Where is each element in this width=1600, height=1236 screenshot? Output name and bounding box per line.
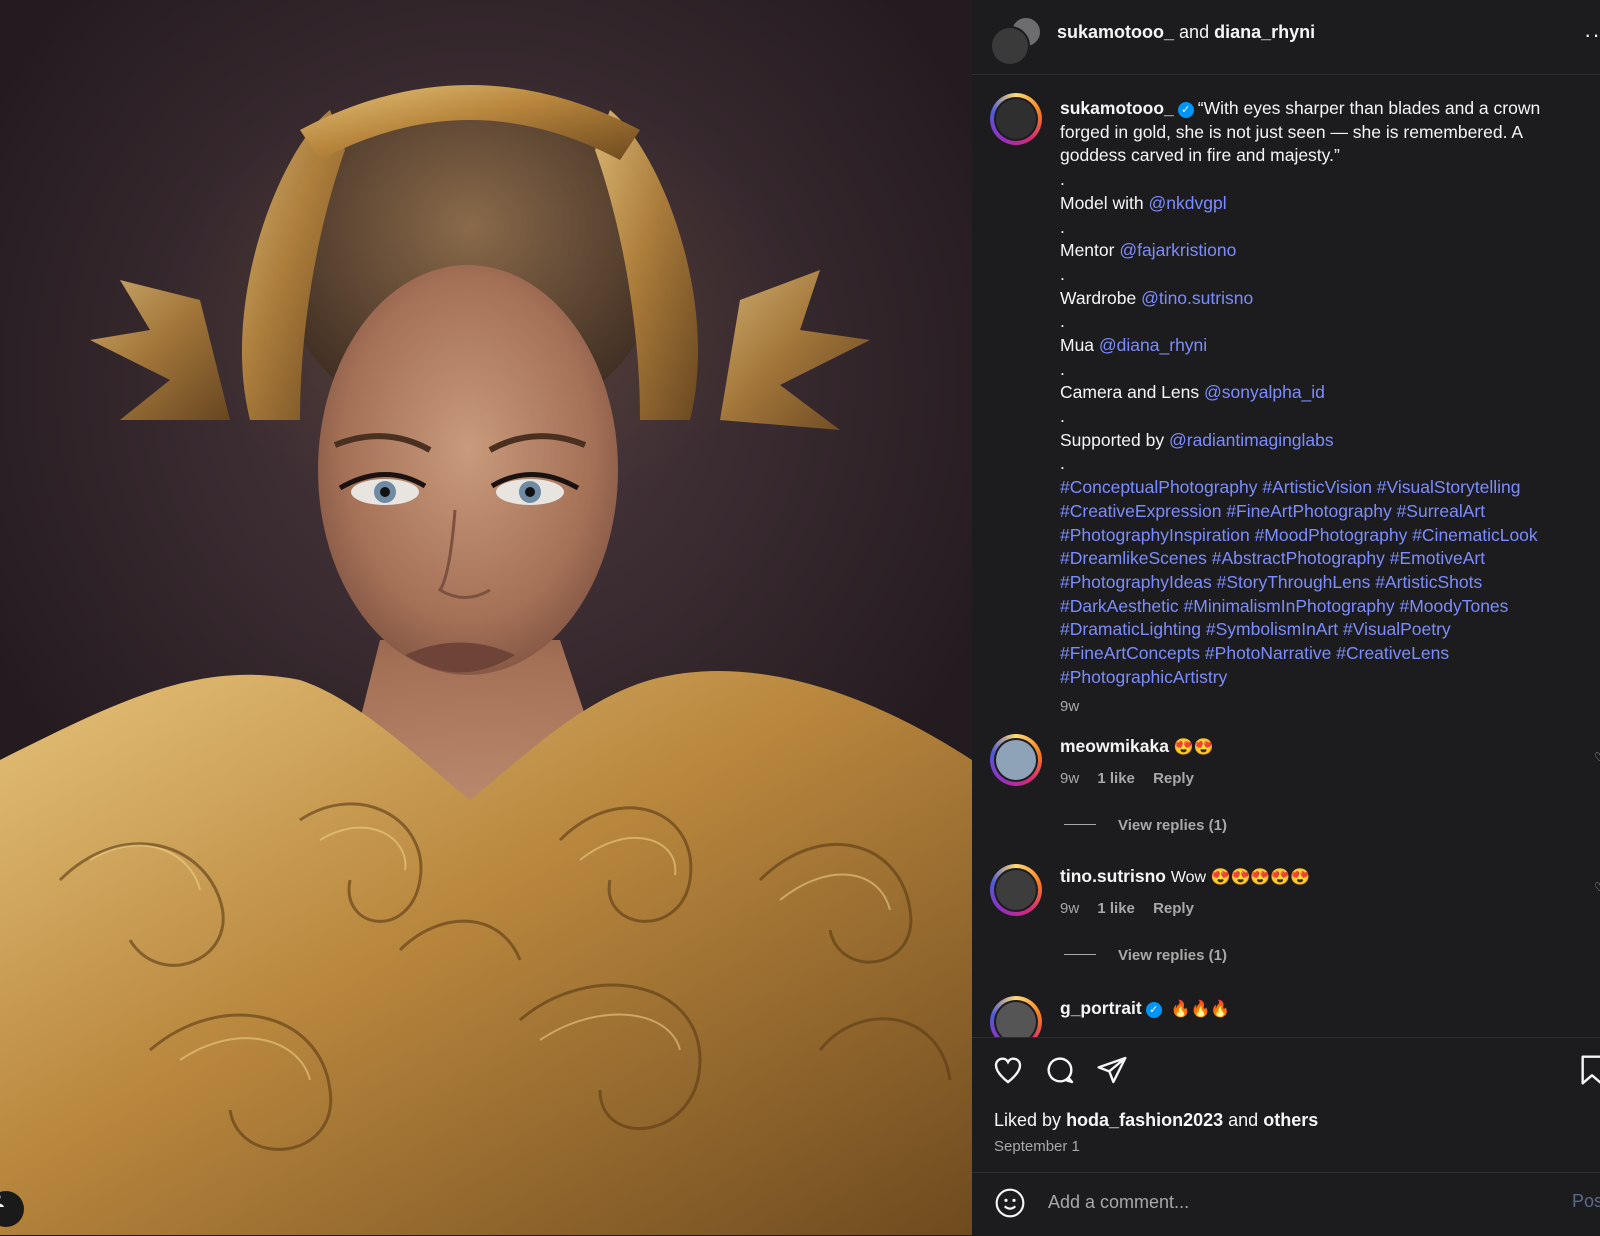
post-comment-button[interactable]: Pos — [1572, 1191, 1600, 1212]
comment-likes[interactable]: 1 like — [1097, 900, 1135, 917]
mention-link[interactable]: @sonyalpha_id — [1204, 382, 1325, 402]
add-comment-bar: Pos — [972, 1172, 1600, 1236]
replies-divider — [1064, 954, 1096, 955]
commenter-username[interactable]: tino.sutrisno — [1060, 866, 1166, 886]
view-replies-button[interactable]: View replies (1) — [1064, 947, 1227, 964]
hashtag-line[interactable]: #PhotographicArtistry — [1060, 666, 1590, 690]
liked-by-others-link[interactable]: others — [1263, 1110, 1318, 1130]
hashtag-line[interactable]: #PhotographyIdeas #StoryThroughLens #Art… — [1060, 571, 1590, 595]
post-caption: sukamotooo_ ✓ “With eyes sharper than blad… — [1060, 97, 1590, 719]
mention-link[interactable]: @radiantimaginglabs — [1169, 430, 1334, 450]
comment-body: 🔥🔥🔥 — [1170, 1001, 1231, 1018]
hashtag-line[interactable]: #PhotographyInspiration #MoodPhotography… — [1060, 524, 1590, 548]
comment-text: meowmikaka 😍😍 — [1060, 736, 1214, 757]
caption-timestamp[interactable]: 9w — [1060, 695, 1590, 719]
author-link-1[interactable]: sukamotooo_ — [1057, 22, 1174, 42]
more-options-icon[interactable]: ··· — [1584, 22, 1600, 48]
comment-likes[interactable]: 1 like — [1097, 770, 1135, 787]
caption-dot: . — [1060, 263, 1065, 284]
commenter-username[interactable]: meowmikaka — [1060, 736, 1169, 756]
avatar-sukamotooo[interactable] — [990, 26, 1030, 66]
credit-line: Wardrobe @tino.sutrisno — [1060, 287, 1254, 308]
commenter-avatar[interactable] — [990, 996, 1042, 1037]
credit-line: Mentor @fajarkristiono — [1060, 240, 1237, 261]
commenter-avatar[interactable] — [990, 864, 1042, 916]
emoji-picker-icon[interactable] — [994, 1187, 1026, 1224]
post-actions: Liked by hoda_fashion2023 and others Sep… — [972, 1037, 1600, 1158]
post-date[interactable]: September 1 — [994, 1138, 1080, 1155]
caption-username[interactable]: sukamotooo_ — [1060, 98, 1174, 118]
caption-dot: . — [1060, 311, 1065, 332]
mention-link[interactable]: @diana_rhyni — [1099, 335, 1207, 355]
comment-like-icon[interactable]: ♡ — [1594, 750, 1600, 764]
comment-like-icon[interactable]: ♡ — [1594, 880, 1600, 894]
caption-dot: . — [1060, 453, 1065, 474]
collab-avatars[interactable] — [990, 16, 1044, 66]
mention-link[interactable]: @fajarkristiono — [1119, 240, 1236, 260]
post-photo[interactable] — [0, 0, 972, 1235]
view-replies-button[interactable]: View replies (1) — [1064, 817, 1227, 834]
post-authors: sukamotooo_ and diana_rhyni — [1057, 22, 1315, 43]
credit-line: Camera and Lens @sonyalpha_id — [1060, 382, 1325, 403]
comment-text: g_portrait ✓ 🔥🔥🔥 — [1060, 998, 1230, 1019]
post-header: sukamotooo_ and diana_rhyni ··· — [972, 0, 1600, 75]
verified-badge-icon: ✓ — [1145, 1002, 1162, 1018]
mention-link[interactable]: @nkdvgpl — [1149, 193, 1227, 213]
share-send-icon[interactable] — [1096, 1054, 1128, 1091]
photo-illustration — [0, 85, 972, 1235]
hashtag-line[interactable]: #DreamlikeScenes #AbstractPhotography #E… — [1060, 547, 1590, 571]
replies-divider — [1064, 824, 1096, 825]
caption-dot: . — [1060, 406, 1065, 427]
liked-by-user-link[interactable]: hoda_fashion2023 — [1066, 1110, 1223, 1130]
comment-body: 😍😍 — [1173, 739, 1214, 756]
author-joiner: and — [1179, 22, 1210, 42]
comment-time[interactable]: 9w — [1060, 900, 1079, 917]
comment-bubble-icon[interactable] — [1044, 1054, 1076, 1091]
reply-button[interactable]: Reply — [1153, 900, 1194, 917]
caption-dot: . — [1060, 169, 1065, 190]
post-side-panel: sukamotooo_ and diana_rhyni ··· sukamoto… — [972, 0, 1600, 1235]
verified-badge-icon: ✓ — [1177, 102, 1194, 118]
save-bookmark-icon[interactable] — [1580, 1054, 1600, 1091]
commenter-username[interactable]: g_portrait — [1060, 998, 1142, 1018]
likes-summary: Liked by hoda_fashion2023 and others — [994, 1110, 1319, 1130]
mention-link[interactable]: @tino.sutrisno — [1141, 288, 1253, 308]
caption-avatar[interactable] — [990, 93, 1042, 145]
commenter-avatar[interactable] — [990, 734, 1042, 786]
comment-meta: 9w 1 like Reply — [1060, 900, 1208, 917]
caption-dot: . — [1060, 216, 1065, 237]
caption-dot: . — [1060, 358, 1065, 379]
hashtag-line[interactable]: #ConceptualPhotography #ArtisticVision #… — [1060, 476, 1590, 500]
comment-input[interactable] — [1046, 1191, 1530, 1214]
author-link-2[interactable]: diana_rhyni — [1214, 22, 1315, 42]
hashtag-line[interactable]: #DramaticLighting #SymbolismInArt #Visua… — [1060, 618, 1590, 642]
comment-body: Wow 😍😍😍😍😍 — [1170, 869, 1311, 886]
credit-line: Supported by @radiantimaginglabs — [1060, 429, 1334, 450]
comment-text: tino.sutrisno Wow 😍😍😍😍😍 — [1060, 866, 1310, 887]
comment-meta: 9w 1 like Reply — [1060, 770, 1208, 787]
like-heart-icon[interactable] — [992, 1054, 1024, 1091]
comments-scroll-area[interactable]: sukamotooo_ ✓ “With eyes sharper than blad… — [972, 75, 1600, 1037]
credit-line: Model with @nkdvgpl — [1060, 192, 1227, 213]
comment-time[interactable]: 9w — [1060, 770, 1079, 787]
reply-button[interactable]: Reply — [1153, 770, 1194, 787]
credit-line: Mua @diana_rhyni — [1060, 334, 1208, 355]
hashtag-line[interactable]: #CreativeExpression #FineArtPhotography … — [1060, 500, 1590, 524]
hashtag-line[interactable]: #FineArtConcepts #PhotoNarrative #Creati… — [1060, 642, 1590, 666]
hashtag-line[interactable]: #DarkAesthetic #MinimalismInPhotography … — [1060, 595, 1590, 619]
